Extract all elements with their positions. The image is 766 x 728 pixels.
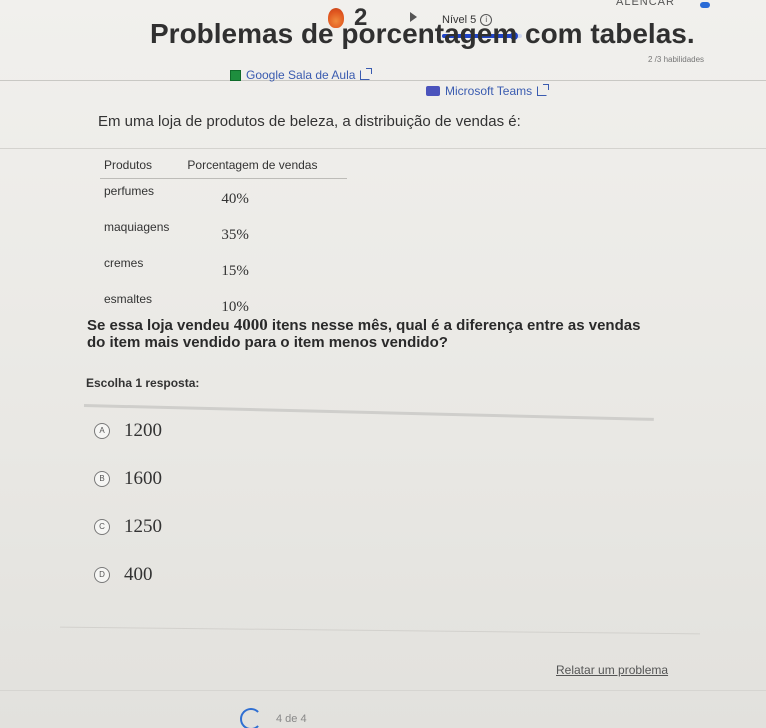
question-number: 4000 (233, 315, 268, 334)
exercise-page: 2 Nível 5 i ALENCAR 2 /3 habilidades Pro… (0, 0, 766, 728)
option-letter: D (94, 567, 110, 583)
skills-count: 2 /3 habilidades (648, 55, 705, 64)
header-percentage: Porcentagem de vendas (173, 154, 348, 179)
microsoft-teams-link[interactable]: Microsoft Teams (426, 84, 550, 98)
option-letter: A (94, 423, 110, 439)
option-a[interactable]: A 1200 (94, 420, 162, 442)
external-link-icon (360, 68, 373, 80)
option-b[interactable]: B 1600 (94, 468, 162, 490)
external-link-icon (537, 84, 550, 96)
divider (83, 404, 654, 421)
report-problem-link[interactable]: Relatar um problema (556, 663, 668, 677)
microsoft-teams-icon (426, 86, 440, 96)
choose-label: Escolha 1 resposta: (86, 376, 200, 390)
google-classroom-link[interactable]: Google Sala de Aula (230, 68, 373, 82)
google-classroom-label: Google Sala de Aula (246, 68, 356, 82)
table-row: perfumes 40% (100, 179, 347, 216)
option-value: 1200 (124, 420, 162, 441)
product-cell: perfumes (104, 184, 155, 198)
percentage-cell: 40% (221, 191, 249, 207)
pager-label: 4 de 4 (276, 713, 307, 725)
option-d[interactable]: D 400 (94, 564, 153, 586)
divider (0, 148, 766, 149)
option-c[interactable]: C 1250 (94, 516, 162, 538)
table-row: maquiagens 35% (100, 215, 347, 251)
google-classroom-icon (230, 69, 241, 81)
percentage-cell: 15% (221, 263, 249, 279)
option-letter: B (94, 471, 110, 487)
user-name[interactable]: ALENCAR (616, 0, 675, 8)
option-value: 1600 (124, 468, 162, 489)
sales-table: Produtos Porcentagem de vendas perfumes … (100, 154, 348, 323)
option-value: 1250 (124, 516, 162, 537)
problem-intro: Em uma loja de produtos de beleza, a dis… (98, 113, 521, 130)
question-text: Se essa loja vendeu 4000 itens nesse mês… (87, 316, 647, 351)
percentage-cell: 35% (221, 227, 249, 243)
option-value: 400 (124, 564, 153, 585)
refresh-icon[interactable] (240, 708, 262, 728)
table-header-row: Produtos Porcentagem de vendas (100, 154, 348, 179)
divider (0, 690, 766, 691)
microsoft-teams-label: Microsoft Teams (445, 84, 533, 98)
table-row: cremes 15% (100, 251, 347, 287)
page-title: Problemas de porcentagem com tabelas. (150, 18, 695, 49)
option-letter: C (94, 519, 110, 535)
product-cell: maquiagens (104, 220, 170, 234)
question-part: Se essa loja vendeu (87, 317, 234, 334)
avatar[interactable] (700, 2, 710, 8)
product-cell: cremes (104, 256, 144, 270)
pager: 4 de 4 (240, 708, 307, 728)
header-products: Produtos (100, 154, 174, 179)
share-links: Google Sala de Aula Microsoft Teams (230, 68, 610, 104)
divider (60, 626, 700, 635)
